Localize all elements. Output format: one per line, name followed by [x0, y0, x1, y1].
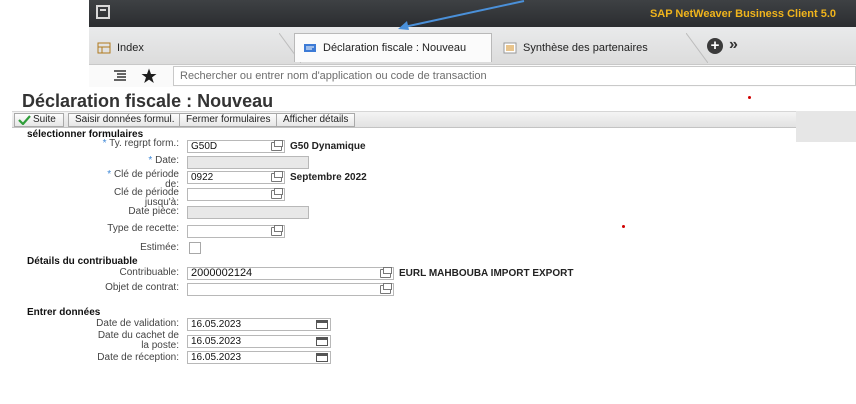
app-brand: SAP NetWeaver Business Client 5.0	[649, 8, 836, 20]
suite-label: Suite	[33, 114, 56, 125]
page-title: Déclaration fiscale : Nouveau	[22, 91, 274, 111]
menu-list-icon[interactable]	[113, 69, 127, 83]
date-validation-field[interactable]: 16.05.2023	[187, 318, 331, 331]
value-help-icon[interactable]	[271, 140, 283, 151]
contribuable-desc: EURL MAHBOUBA IMPORT EXPORT	[399, 268, 574, 279]
ty-regrpt-desc: G50 Dynamique	[290, 141, 366, 152]
date-field	[187, 156, 309, 169]
date-cachet-label: Date du cachet de la poste:	[97, 330, 179, 351]
estimee-checkbox[interactable]	[189, 242, 201, 254]
contribuable-field[interactable]: 2000002124	[187, 267, 394, 280]
tab-label: Synthèse des partenaires	[523, 41, 648, 54]
main-panel: Déclaration fiscale : Nouveau Suite Sais…	[10, 87, 856, 404]
tab-label: Index	[117, 41, 144, 54]
suite-button[interactable]: Suite	[14, 113, 64, 127]
calendar-icon[interactable]	[316, 337, 328, 346]
value-help-icon[interactable]	[380, 267, 392, 278]
date-piece-field	[187, 206, 309, 219]
red-marker	[622, 225, 625, 228]
date-cachet-field[interactable]: 16.05.2023	[187, 335, 331, 348]
contribuable-label: Contribuable:	[119, 267, 179, 278]
date-reception-label: Date de réception:	[97, 352, 179, 363]
afficher-details-button[interactable]: Afficher détails	[276, 113, 356, 127]
objet-contrat-label: Objet de contrat:	[105, 282, 179, 293]
red-marker	[748, 96, 751, 99]
toolbar: Suite Saisir données formul. Fermer form…	[12, 111, 796, 128]
menu-icon[interactable]	[96, 5, 110, 19]
calendar-icon[interactable]	[316, 320, 328, 329]
fermer-formulaires-button[interactable]: Fermer formulaires	[179, 113, 278, 127]
tab-separator	[686, 33, 708, 63]
value-help-icon[interactable]	[271, 171, 283, 182]
search-bar: Rechercher ou entrer nom d'application o…	[89, 65, 856, 87]
value-help-icon[interactable]	[271, 225, 283, 236]
section-details-contribuable: Détails du contribuable	[27, 256, 138, 267]
form-icon	[303, 42, 317, 54]
favorites-star-icon[interactable]	[141, 68, 157, 84]
list-icon	[503, 42, 517, 54]
ty-regrpt-field[interactable]: G50D	[187, 140, 285, 153]
new-tab-plus-icon[interactable]: +	[707, 38, 723, 54]
value-help-icon[interactable]	[271, 188, 283, 199]
cle-periode-de-desc: Septembre 2022	[290, 172, 367, 183]
annotation-arrow	[398, 0, 525, 30]
saisir-donnees-button[interactable]: Saisir données formul.	[68, 113, 182, 127]
calendar-icon[interactable]	[316, 353, 328, 362]
estimee-label: Estimée:	[140, 242, 179, 253]
cle-periode-jusqua-label: Clé de période jusqu'à:	[113, 187, 179, 208]
more-tabs-chevron-icon[interactable]: »	[729, 36, 738, 54]
date-validation-label: Date de validation:	[96, 318, 179, 329]
tab-index[interactable]: Index	[89, 33, 289, 62]
ty-regrpt-label: * Ty. regrpt form.:	[102, 138, 179, 149]
date-piece-label: Date pièce:	[128, 206, 179, 217]
tab-declaration-fiscale[interactable]: Déclaration fiscale : Nouveau	[294, 33, 492, 62]
tab-synthese-partenaires[interactable]: Synthèse des partenaires	[495, 33, 695, 62]
cle-periode-jusqua-field[interactable]	[187, 188, 285, 201]
date-reception-field[interactable]: 16.05.2023	[187, 351, 331, 364]
side-panel	[796, 111, 856, 142]
objet-contrat-field[interactable]	[187, 283, 394, 296]
value-help-icon[interactable]	[380, 283, 392, 294]
check-icon	[18, 115, 31, 125]
index-icon	[97, 42, 111, 54]
type-recette-field[interactable]	[187, 225, 285, 238]
cle-periode-de-field[interactable]: 0922	[187, 171, 285, 184]
tab-label: Déclaration fiscale : Nouveau	[323, 42, 467, 54]
section-entrer-donnees: Entrer données	[27, 307, 101, 318]
date-label: * Date:	[148, 155, 179, 166]
search-input[interactable]: Rechercher ou entrer nom d'application o…	[173, 66, 856, 86]
type-recette-label: Type de recette:	[107, 223, 179, 234]
